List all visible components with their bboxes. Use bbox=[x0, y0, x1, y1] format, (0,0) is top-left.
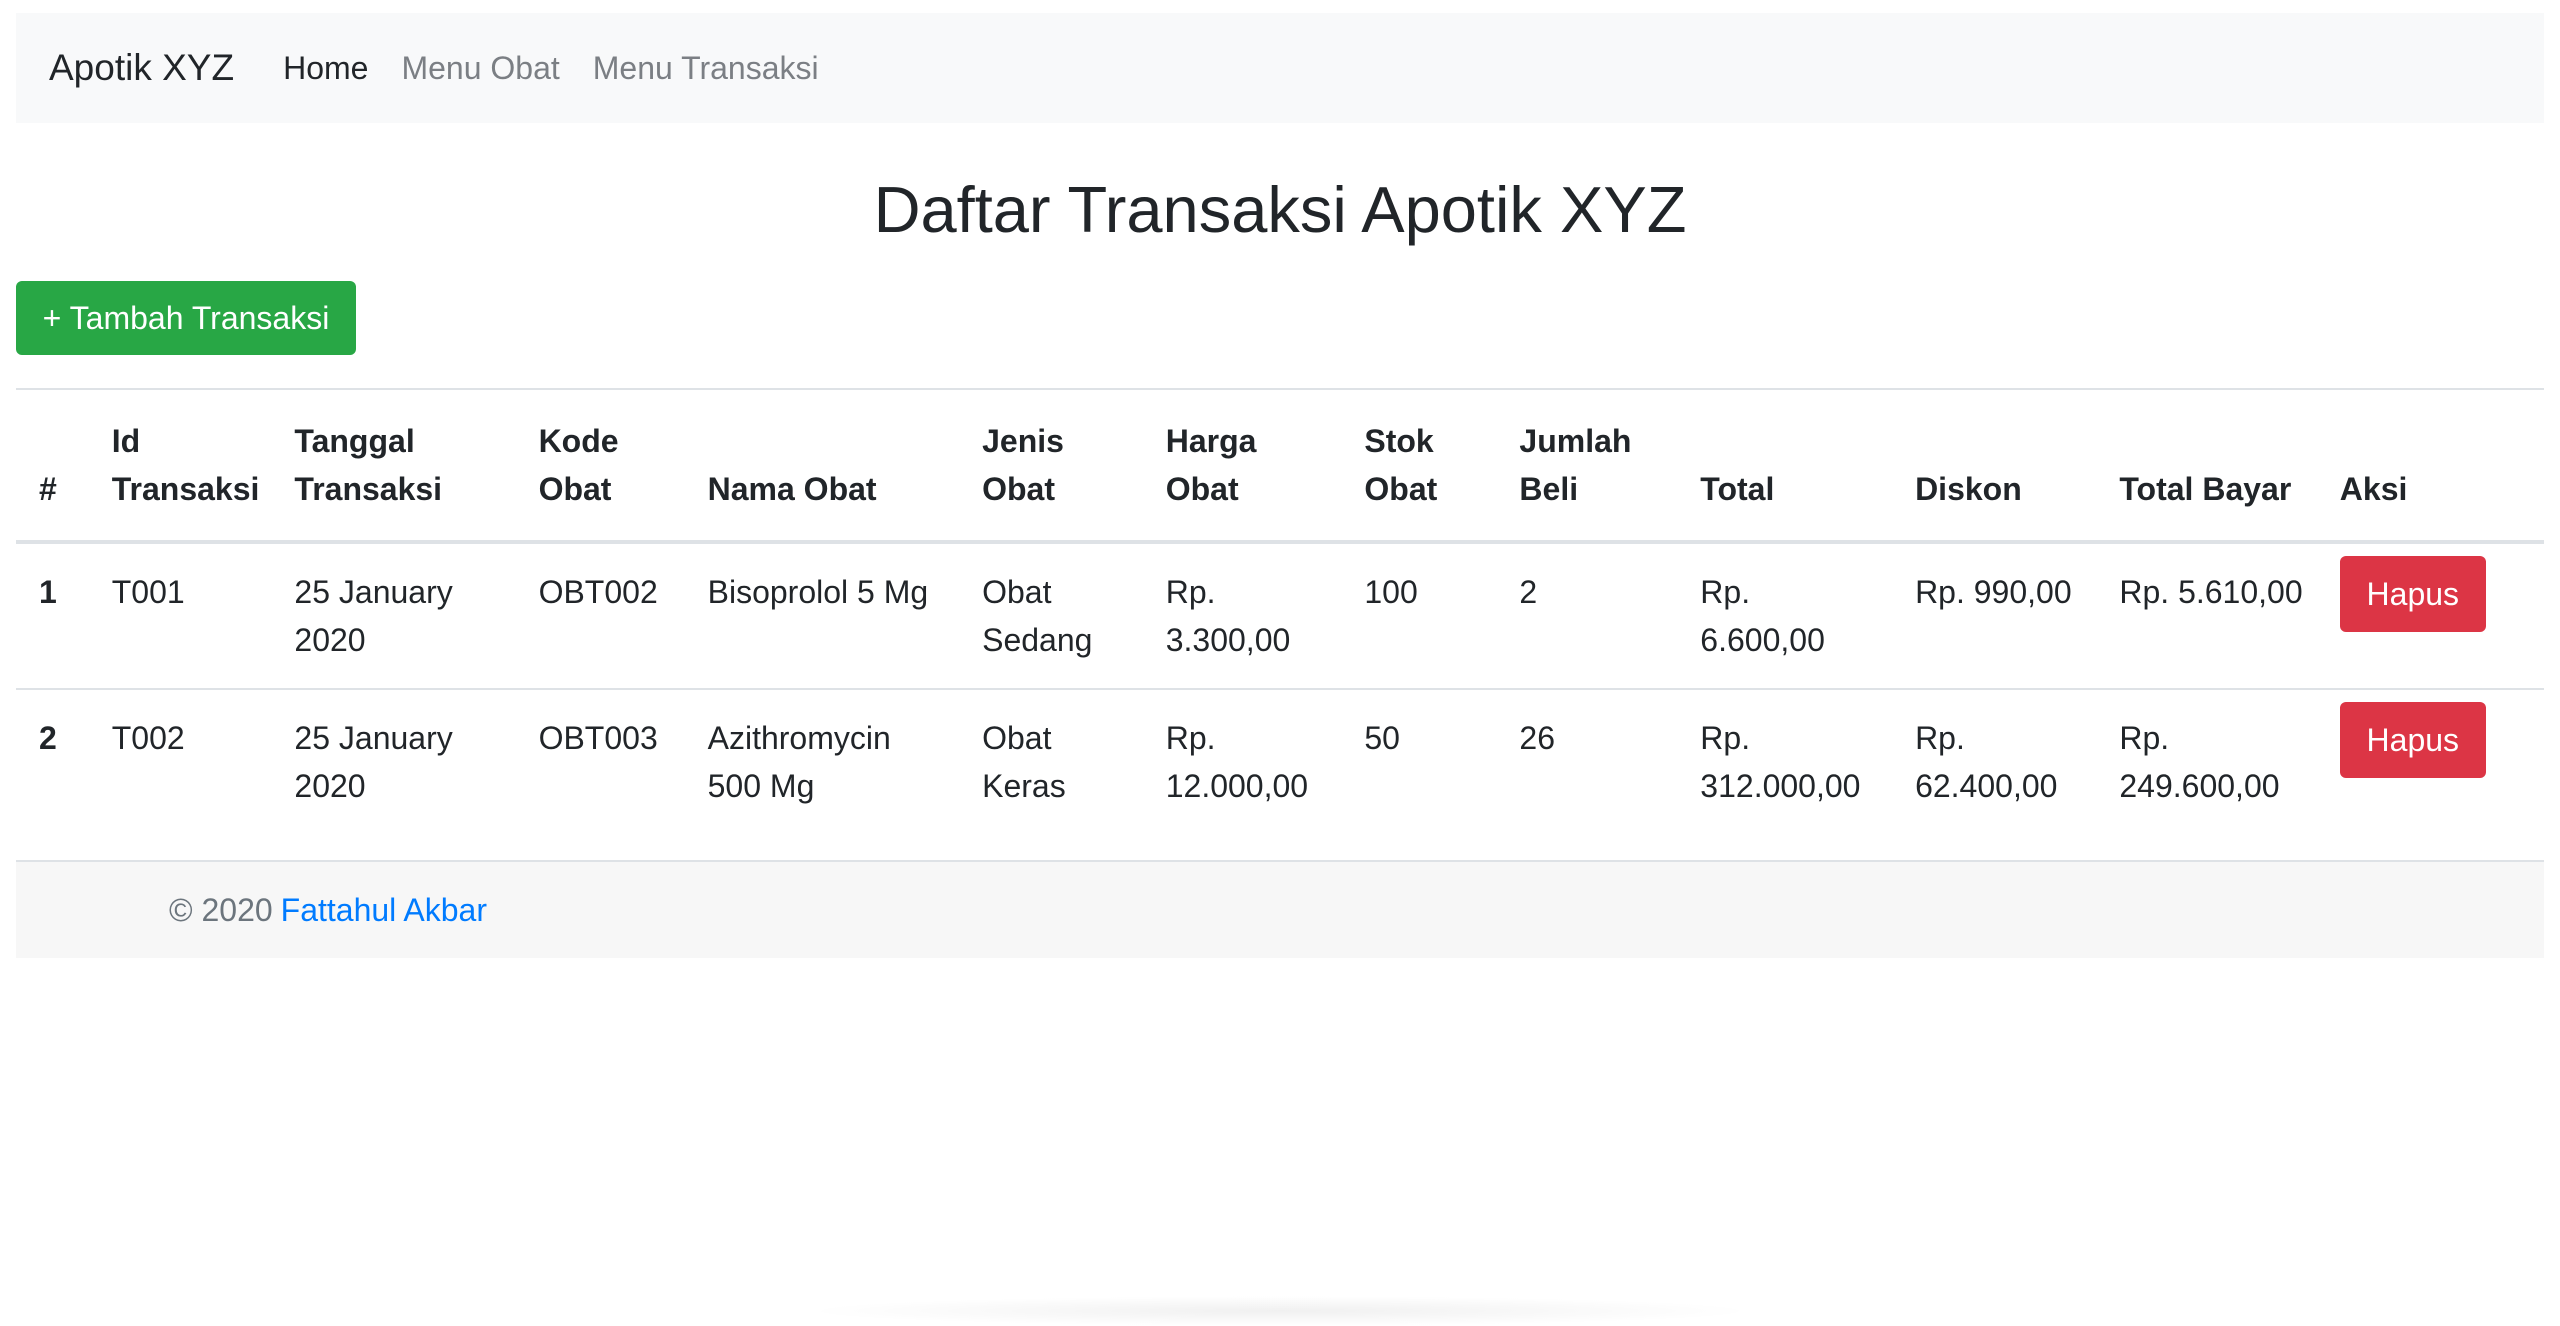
table-header: # Id Transaksi Tanggal Transaksi Kode Ob… bbox=[16, 388, 2544, 544]
cell-jumlah: 2 bbox=[1519, 574, 1538, 610]
cell-total: Rp. 6.600,00 bbox=[1700, 574, 1825, 658]
header-aksi: Aksi bbox=[2316, 388, 2544, 544]
cell-kode: OBT003 bbox=[515, 688, 685, 834]
header-harga-obat: Harga Obat bbox=[1142, 388, 1342, 544]
cell-tanggal: 25 January 2020 bbox=[294, 574, 453, 658]
nav-link-menu-obat[interactable]: Menu Obat bbox=[401, 50, 559, 87]
cell-harga: Rp. 12.000,00 bbox=[1142, 688, 1342, 834]
header-total: Total bbox=[1677, 388, 1893, 544]
header-jumlah-beli: Jumlah Beli bbox=[1496, 388, 1678, 544]
footer-copyright: © 2020 bbox=[169, 891, 273, 928]
cell-id: T002 bbox=[88, 688, 272, 834]
header-stok-obat: Stok Obat bbox=[1341, 388, 1497, 544]
cell-no: 1 bbox=[39, 574, 57, 610]
header-kode-obat: Kode Obat bbox=[515, 388, 685, 544]
nav-link-menu-transaksi[interactable]: Menu Transaksi bbox=[593, 50, 819, 87]
cell-jenis: Obat Keras bbox=[959, 688, 1143, 834]
cell-id: T001 bbox=[111, 574, 185, 610]
cell-no: 2 bbox=[16, 688, 89, 834]
header-tanggal-transaksi: Tanggal Transaksi bbox=[271, 388, 516, 544]
footer: © 2020 Fattahul Akbar bbox=[16, 860, 2544, 958]
cell-total-bayar: Rp. 249.600,00 bbox=[2096, 688, 2317, 834]
cell-jumlah: 26 bbox=[1496, 688, 1678, 834]
add-transaction-button[interactable]: + Tambah Transaksi bbox=[16, 281, 356, 355]
cell-total-bayar: Rp. 5.610,00 bbox=[2119, 574, 2303, 610]
cell-nama: Azithromycin 500 Mg bbox=[684, 688, 960, 834]
header-jenis-obat: Jenis Obat bbox=[959, 388, 1143, 544]
header-total-bayar: Total Bayar bbox=[2096, 388, 2317, 544]
cell-diskon: Rp. 990,00 bbox=[1915, 574, 2072, 610]
cell-aksi: Hapus bbox=[2316, 688, 2544, 834]
transactions-table: # Id Transaksi Tanggal Transaksi Kode Ob… bbox=[16, 388, 2544, 834]
delete-button[interactable]: Hapus bbox=[2339, 556, 2486, 632]
table-row: 2 T002 25 January 2020 OBT003 Azithromyc… bbox=[16, 688, 2544, 834]
nav-link-home[interactable]: Home bbox=[283, 50, 368, 87]
cell-jenis: Obat Sedang bbox=[982, 574, 1093, 658]
cell-stok: 50 bbox=[1341, 688, 1497, 834]
header-no: # bbox=[16, 388, 89, 544]
cell-aksi: Hapus bbox=[2317, 542, 2544, 689]
table-row: 1 T001 25 January 2020 OBT002 Bisoprolol… bbox=[16, 542, 2544, 689]
cell-nama: Bisoprolol 5 Mg bbox=[707, 574, 929, 610]
cell-tanggal: 25 January 2020 bbox=[271, 688, 516, 834]
cell-total: Rp. 312.000,00 bbox=[1677, 688, 1893, 834]
cell-stok: 100 bbox=[1364, 574, 1418, 610]
cell-diskon: Rp. 62.400,00 bbox=[1892, 688, 2097, 834]
cell-harga: Rp. 3.300,00 bbox=[1165, 574, 1291, 658]
header-diskon: Diskon bbox=[1892, 388, 2097, 544]
navbar-brand[interactable]: Apotik XYZ bbox=[49, 47, 234, 89]
footer-author-link[interactable]: Fattahul Akbar bbox=[281, 892, 487, 929]
cell-kode: OBT002 bbox=[538, 574, 658, 610]
navbar: Apotik XYZ Home Menu Obat Menu Transaksi bbox=[16, 13, 2544, 123]
header-nama-obat: Nama Obat bbox=[684, 388, 960, 544]
header-id-transaksi: Id Transaksi bbox=[88, 388, 272, 544]
bottom-shadow bbox=[800, 1296, 1760, 1326]
page-title: Daftar Transaksi Apotik XYZ bbox=[873, 173, 1687, 246]
delete-button[interactable]: Hapus bbox=[2339, 702, 2486, 778]
